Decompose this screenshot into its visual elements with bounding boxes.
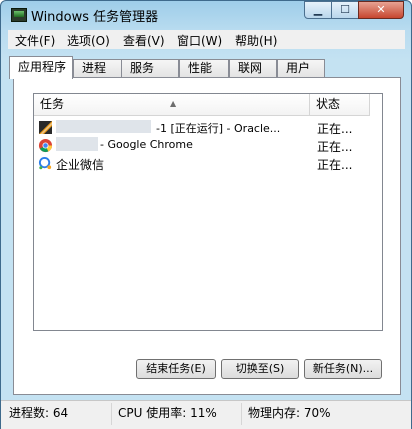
- status-divider: [111, 403, 112, 425]
- column-status-label: 状态: [316, 97, 341, 111]
- menu-view[interactable]: 查看(V): [123, 32, 165, 49]
- task-name: - Google Chrome: [100, 138, 193, 151]
- chrome-icon: [38, 138, 53, 153]
- task-manager-window: Windows 任务管理器 ▁ ☐ ✕ 文件(F) 选项(O) 查看(V) 窗口…: [0, 0, 412, 429]
- virtualbox-icon: [39, 121, 52, 134]
- menu-file[interactable]: 文件(F): [15, 32, 55, 49]
- tab-users[interactable]: 用户: [277, 59, 325, 78]
- task-row-virtualbox[interactable]: -1 [正在运行] - Oracle... 正在...: [34, 118, 382, 136]
- task-name: -1 [正在运行] - Oracle...: [156, 122, 281, 135]
- task-name: 企业微信: [56, 158, 105, 172]
- task-manager-icon: [11, 8, 27, 22]
- window-title: Windows 任务管理器: [31, 10, 159, 25]
- tab-services[interactable]: 服务: [121, 59, 179, 78]
- redacted-text: [56, 120, 151, 133]
- status-divider: [241, 403, 242, 425]
- redacted-text: [56, 137, 98, 151]
- wecom-icon: [38, 156, 52, 170]
- menu-window[interactable]: 窗口(W): [177, 32, 222, 49]
- tab-processes[interactable]: 进程: [73, 59, 123, 78]
- title-bar[interactable]: Windows 任务管理器 ▁ ☐ ✕: [1, 1, 411, 29]
- sort-ascending-icon: ▲: [170, 99, 177, 108]
- task-list[interactable]: 任务 ▲ 状态 -1 [正在运行] - Oracle... 正在... - Go…: [33, 93, 383, 331]
- task-row-chrome[interactable]: - Google Chrome 正在...: [34, 136, 382, 154]
- cpu-usage: CPU 使用率: 11%: [118, 406, 217, 420]
- switch-to-button[interactable]: 切换至(S): [221, 359, 299, 379]
- menu-options[interactable]: 选项(O): [67, 32, 110, 49]
- task-row-wecom[interactable]: 企业微信 正在...: [34, 154, 382, 172]
- memory-usage: 物理内存: 70%: [248, 406, 331, 420]
- minimize-button[interactable]: ▁: [304, 1, 332, 19]
- task-status: 正在...: [317, 122, 353, 136]
- close-button[interactable]: ✕: [358, 1, 404, 19]
- tab-networking[interactable]: 联网: [229, 59, 277, 78]
- task-status: 正在...: [317, 140, 353, 154]
- maximize-button[interactable]: ☐: [331, 1, 359, 19]
- new-task-button[interactable]: 新任务(N)...: [304, 359, 382, 379]
- tab-performance[interactable]: 性能: [179, 59, 229, 78]
- applications-panel: 任务 ▲ 状态 -1 [正在运行] - Oracle... 正在... - Go…: [13, 77, 401, 395]
- tab-applications[interactable]: 应用程序: [9, 56, 73, 79]
- task-status: 正在...: [317, 158, 353, 172]
- column-header-task[interactable]: 任务 ▲: [34, 94, 310, 116]
- menu-bar: 文件(F) 选项(O) 查看(V) 窗口(W) 帮助(H): [8, 30, 405, 49]
- end-task-button[interactable]: 结束任务(E): [136, 359, 216, 379]
- menu-help[interactable]: 帮助(H): [235, 32, 277, 49]
- column-header-status[interactable]: 状态: [310, 94, 370, 116]
- status-bar: 进程数: 64 CPU 使用率: 11% 物理内存: 70%: [1, 400, 411, 429]
- column-task-label: 任务: [40, 97, 65, 111]
- process-count: 进程数: 64: [9, 406, 69, 420]
